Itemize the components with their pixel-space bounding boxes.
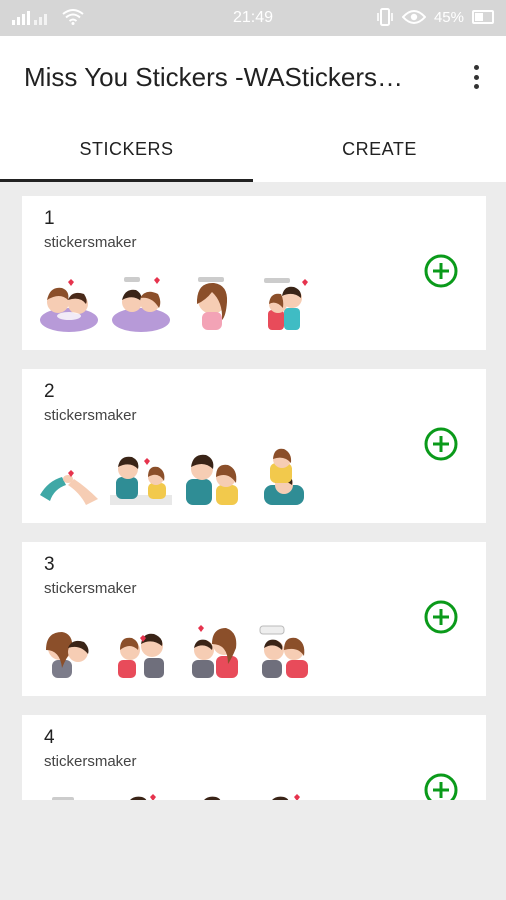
pack-number: 1 bbox=[44, 208, 55, 229]
sticker-thumbnail bbox=[264, 448, 304, 505]
sticker-thumbnail bbox=[264, 278, 308, 330]
sticker-thumbnail bbox=[52, 797, 74, 800]
sticker-thumbnail bbox=[130, 794, 156, 800]
pack-number: 3 bbox=[44, 554, 55, 575]
tab-bar: STICKERS CREATE bbox=[0, 120, 506, 182]
sticker-thumbnail bbox=[112, 277, 170, 332]
sticker-pack-card[interactable]: 1 stickersmaker bbox=[22, 196, 486, 350]
sticker-previews bbox=[38, 793, 316, 800]
sticker-thumbnail bbox=[186, 454, 238, 505]
pack-number: 4 bbox=[44, 727, 55, 748]
status-bar: 21:49 45% bbox=[0, 0, 506, 36]
pack-author: stickersmaker bbox=[44, 407, 137, 424]
sticker-previews bbox=[38, 274, 316, 336]
sticker-thumbnail bbox=[118, 633, 164, 678]
sticker-thumbnail bbox=[192, 625, 238, 678]
tab-stickers[interactable]: STICKERS bbox=[0, 120, 253, 182]
sticker-pack-list[interactable]: 1 stickersmaker 2 stickersmaker 3 sticke… bbox=[22, 196, 486, 800]
more-vert-icon[interactable] bbox=[464, 62, 488, 92]
app-title: Miss You Stickers -WAStickers… bbox=[24, 62, 404, 92]
sticker-thumbnail bbox=[197, 277, 228, 330]
sticker-thumbnail bbox=[110, 456, 172, 505]
pack-author: stickersmaker bbox=[44, 580, 137, 597]
eye-icon bbox=[401, 10, 426, 24]
sticker-pack-card[interactable]: 2 stickersmaker bbox=[22, 369, 486, 523]
add-circle-icon[interactable] bbox=[424, 600, 458, 634]
sticker-previews bbox=[38, 620, 316, 682]
add-circle-icon[interactable] bbox=[424, 427, 458, 461]
battery-icon bbox=[472, 10, 494, 24]
sticker-thumbnail bbox=[272, 794, 300, 800]
pack-author: stickersmaker bbox=[44, 753, 137, 770]
sticker-pack-card[interactable]: 4 stickersmaker bbox=[22, 715, 486, 800]
sticker-thumbnail bbox=[259, 625, 308, 678]
add-circle-icon[interactable] bbox=[424, 773, 458, 800]
sticker-thumbnail bbox=[40, 470, 98, 505]
sticker-thumbnail bbox=[46, 632, 89, 678]
app-bar: Miss You Stickers -WAStickers… bbox=[0, 36, 506, 120]
vibrate-icon bbox=[377, 8, 393, 26]
pack-number: 2 bbox=[44, 381, 55, 402]
sticker-thumbnail bbox=[40, 279, 98, 332]
sticker-pack-card[interactable]: 3 stickersmaker bbox=[22, 542, 486, 696]
tab-create[interactable]: CREATE bbox=[253, 120, 506, 182]
sticker-thumbnail bbox=[204, 796, 221, 800]
add-circle-icon[interactable] bbox=[424, 254, 458, 288]
status-right: 45% bbox=[376, 8, 494, 26]
battery-percent: 45% bbox=[433, 8, 464, 26]
sticker-previews bbox=[38, 447, 316, 509]
pack-author: stickersmaker bbox=[44, 234, 137, 251]
